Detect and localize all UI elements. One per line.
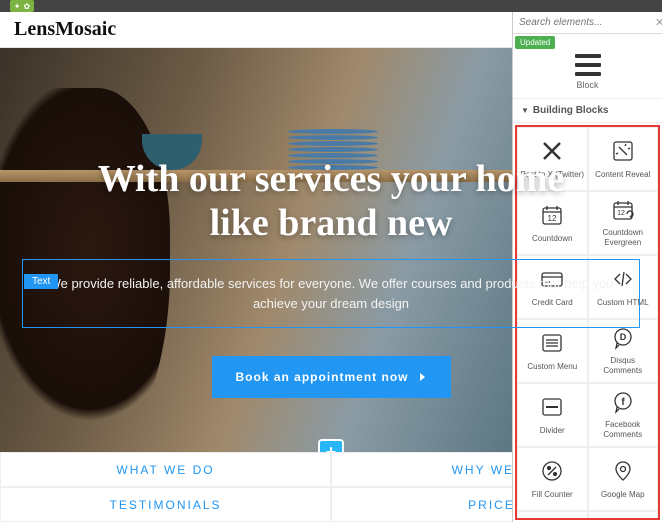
element-percent[interactable]: Fill Counter <box>517 447 588 511</box>
element-type-tag[interactable]: Text <box>24 274 58 289</box>
brand-logo: LensMosaic <box>14 18 116 41</box>
search-row: ✕ <box>513 12 662 34</box>
cta-label: Book an appointment now <box>236 370 409 384</box>
element-label: Divider <box>540 426 565 436</box>
nav-tab-testimonials[interactable]: TESTIMONIALS <box>0 487 331 522</box>
hero-title[interactable]: With our services your homelike brand ne… <box>0 158 662 245</box>
hero-subtitle-box[interactable]: We provide reliable, affordable services… <box>22 259 640 328</box>
element-label: Fill Counter <box>532 490 573 500</box>
element-label: Facebook Comments <box>591 420 656 439</box>
nav-tab-what[interactable]: WHAT WE DO <box>0 452 331 487</box>
search-input[interactable] <box>519 17 653 28</box>
cta-button[interactable]: Book an appointment now <box>212 356 451 398</box>
toolbar-badge[interactable]: ✦✿ <box>10 0 34 12</box>
percent-icon <box>539 458 565 484</box>
element-rocket[interactable]: Icon <box>517 511 588 520</box>
add-section-button[interactable]: + <box>318 439 344 452</box>
hero-section: With our services your homelike brand ne… <box>0 48 662 452</box>
chevron-right-icon <box>419 372 427 382</box>
svg-text:f: f <box>621 397 625 408</box>
element-label: Google Map <box>601 490 645 500</box>
map-icon <box>610 458 636 484</box>
hero-subtitle: We provide reliable, affordable services… <box>33 274 629 313</box>
element-map[interactable]: Google Map <box>588 447 659 511</box>
top-toolbar: ✦✿ <box>0 0 662 12</box>
clear-search-icon[interactable]: ✕ <box>653 16 662 29</box>
element-stack[interactable]: Lead Generation <box>588 511 659 520</box>
updated-badge: Updated <box>515 36 555 49</box>
